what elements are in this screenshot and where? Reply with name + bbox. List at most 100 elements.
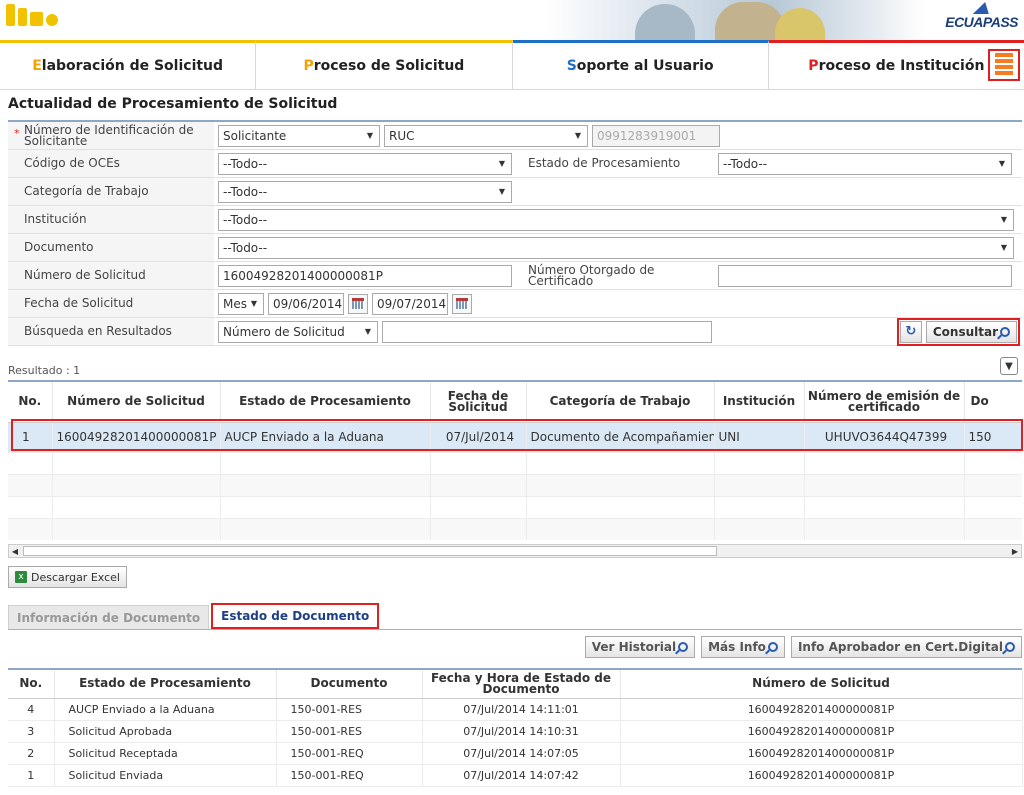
table-row[interactable]: 3 Solicitud Aprobada 150-001-RES 07/Jul/… [8, 720, 1023, 743]
nav-label: roceso de Solicitud [313, 58, 465, 74]
col-header[interactable]: Número de Solicitud [52, 382, 221, 423]
logo-block-icon [6, 4, 15, 26]
reset-button[interactable]: ↻ [899, 320, 922, 343]
excel-icon: x [15, 571, 27, 583]
fecha-cell: Mes ▼ 09/06/2014 09/07/2014 [214, 290, 476, 317]
busqueda-field-select[interactable]: Número de Solicitud ▼ [218, 320, 378, 343]
documento-value: --Todo-- [223, 240, 268, 255]
ecuapass-app-logo[interactable] [6, 4, 58, 26]
oce-select[interactable]: --Todo-- ▼ [218, 152, 512, 175]
table-row[interactable]: 1 Solicitud Enviada 150-001-REQ 07/Jul/2… [8, 764, 1023, 787]
busqueda-label: Búsqueda en Resultados [8, 318, 214, 345]
col-header[interactable]: Categoría de Trabajo [526, 382, 715, 423]
search-icon [1000, 326, 1010, 337]
chevron-down-icon: ▼ [1000, 215, 1008, 224]
results-grid: No. Número de Solicitud Estado de Proces… [8, 380, 1022, 540]
institucion-select[interactable]: --Todo-- ▼ [218, 208, 1014, 231]
nav-proceso-institucion[interactable]: Proceso de Institución [768, 40, 1024, 89]
oce-label: Código de OCEs [8, 150, 214, 177]
estado-value: --Todo-- [723, 156, 768, 171]
col-header[interactable]: Fecha de Solicitud [430, 382, 527, 423]
form-row-institucion: Institución --Todo-- ▼ [8, 206, 1022, 234]
id-type-value: Solicitante [223, 128, 287, 143]
empty-row [8, 518, 1022, 540]
nav-label-cap: S [566, 58, 577, 74]
id-doc-type-select[interactable]: RUC ▼ [384, 124, 588, 147]
col-header[interactable]: Documento [276, 670, 423, 699]
cell-no: 4 [8, 698, 55, 721]
required-asterisk-icon: * [14, 127, 20, 140]
fecha-unit-select[interactable]: Mes ▼ [218, 292, 264, 315]
scrollbar-thumb[interactable] [23, 546, 717, 556]
categoria-cell: --Todo-- ▼ [214, 178, 516, 205]
col-header[interactable]: Estado de Procesamiento [54, 670, 277, 699]
col-header[interactable]: Do [964, 382, 1022, 423]
busqueda-input[interactable] [382, 320, 712, 343]
form-row-busqueda: Búsqueda en Resultados Número de Solicit… [8, 317, 1022, 346]
document-icon [30, 12, 43, 26]
num-sol-input[interactable]: 16004928201400000081P [218, 264, 512, 287]
num-cert-input[interactable] [718, 264, 1012, 287]
horizontal-scrollbar[interactable]: ◀ ▶ [8, 544, 1022, 558]
mas-info-label: Más Info [708, 640, 766, 654]
chevron-down-icon: ▼ [1005, 360, 1013, 372]
chevron-down-icon: ▼ [498, 187, 506, 196]
cell-fecha-hora: 07/Jul/2014 14:07:42 [422, 764, 621, 787]
cell-documento: 150 [964, 422, 1022, 453]
scroll-right-icon[interactable]: ▶ [1009, 545, 1021, 557]
id-number-input[interactable]: 0991283919001 [592, 124, 720, 147]
cell-estado: AUCP Enviado a la Aduana [54, 698, 277, 721]
fecha-to-input[interactable]: 09/07/2014 [372, 292, 448, 315]
col-header[interactable]: Número de Solicitud [620, 670, 1023, 699]
cell-no: 1 [8, 764, 55, 787]
col-header[interactable]: No. [8, 670, 55, 699]
form-row-categoria: Categoría de Trabajo --Todo-- ▼ [8, 178, 1022, 206]
col-header[interactable]: Estado de Procesamiento [220, 382, 431, 423]
search-icon [1005, 642, 1015, 652]
col-header[interactable]: Número de emisión de certificado [804, 382, 965, 423]
consultar-button[interactable]: Consultar [925, 320, 1017, 343]
chevron-down-icon: ▼ [366, 131, 374, 140]
categoria-select[interactable]: --Todo-- ▼ [218, 180, 512, 203]
col-header[interactable]: Institución [714, 382, 805, 423]
id-label-text: Número de Identificación de Solicitante [24, 122, 194, 148]
ver-historial-button[interactable]: Ver Historial [584, 636, 696, 658]
table-row[interactable]: 2 Solicitud Receptada 150-001-REQ 07/Jul… [8, 742, 1023, 765]
col-header[interactable]: No. [8, 382, 53, 423]
cell-estado: Solicitud Aprobada [54, 720, 277, 743]
empty-row [8, 452, 1022, 475]
estado-select[interactable]: --Todo-- ▼ [718, 152, 1012, 175]
tab-informacion-documento[interactable]: Información de Documento [8, 605, 210, 629]
logo-block-icon [18, 8, 27, 26]
scroll-left-icon[interactable]: ◀ [9, 545, 21, 557]
institucion-value: --Todo-- [223, 212, 268, 227]
download-excel-button[interactable]: x Descargar Excel [8, 566, 127, 588]
tab-estado-documento[interactable]: Estado de Documento [211, 603, 380, 629]
table-row[interactable]: 1 16004928201400000081P AUCP Enviado a l… [8, 422, 1022, 453]
oce-cell: --Todo-- ▼ [214, 150, 516, 177]
table-row[interactable]: 4 AUCP Enviado a la Aduana 150-001-RES 0… [8, 698, 1023, 721]
mas-info-button[interactable]: Más Info [701, 636, 785, 658]
institucion-label: Institución [8, 206, 214, 233]
col-header[interactable]: Fecha y Hora de Estado de Documento [422, 670, 621, 699]
nav-proceso-solicitud[interactable]: Proceso de Solicitud [256, 40, 513, 89]
document-status-grid: No. Estado de Procesamiento Documento Fe… [8, 668, 1023, 787]
busqueda-field-value: Número de Solicitud [223, 324, 345, 339]
num-cert-cell [718, 262, 1012, 289]
id-type-select[interactable]: Solicitante ▼ [218, 124, 380, 147]
fecha-from-input[interactable]: 09/06/2014 [268, 292, 344, 315]
info-aprobador-label: Info Aprobador en Cert.Digital [797, 640, 1003, 654]
form-row-numero: Número de Solicitud 16004928201400000081… [8, 262, 1022, 290]
id-cell: Solicitante ▼ RUC ▼ 0991283919001 [214, 122, 724, 149]
banner-photo [545, 0, 925, 40]
chevron-down-icon: ▼ [364, 327, 372, 336]
brand-mark-icon [973, 2, 994, 14]
calendar-icon[interactable] [348, 293, 368, 314]
collapse-toggle-button[interactable]: ▼ [1000, 357, 1018, 375]
nav-soporte-usuario[interactable]: Soporte al Usuario [512, 40, 769, 89]
calendar-icon[interactable] [452, 293, 472, 314]
info-aprobador-button[interactable]: Info Aprobador en Cert.Digital [790, 636, 1022, 658]
documento-select[interactable]: --Todo-- ▼ [218, 236, 1014, 259]
cell-documento: 150-001-RES [276, 720, 423, 743]
nav-elaboracion-solicitud[interactable]: Elaboración de Solicitud [0, 40, 257, 89]
